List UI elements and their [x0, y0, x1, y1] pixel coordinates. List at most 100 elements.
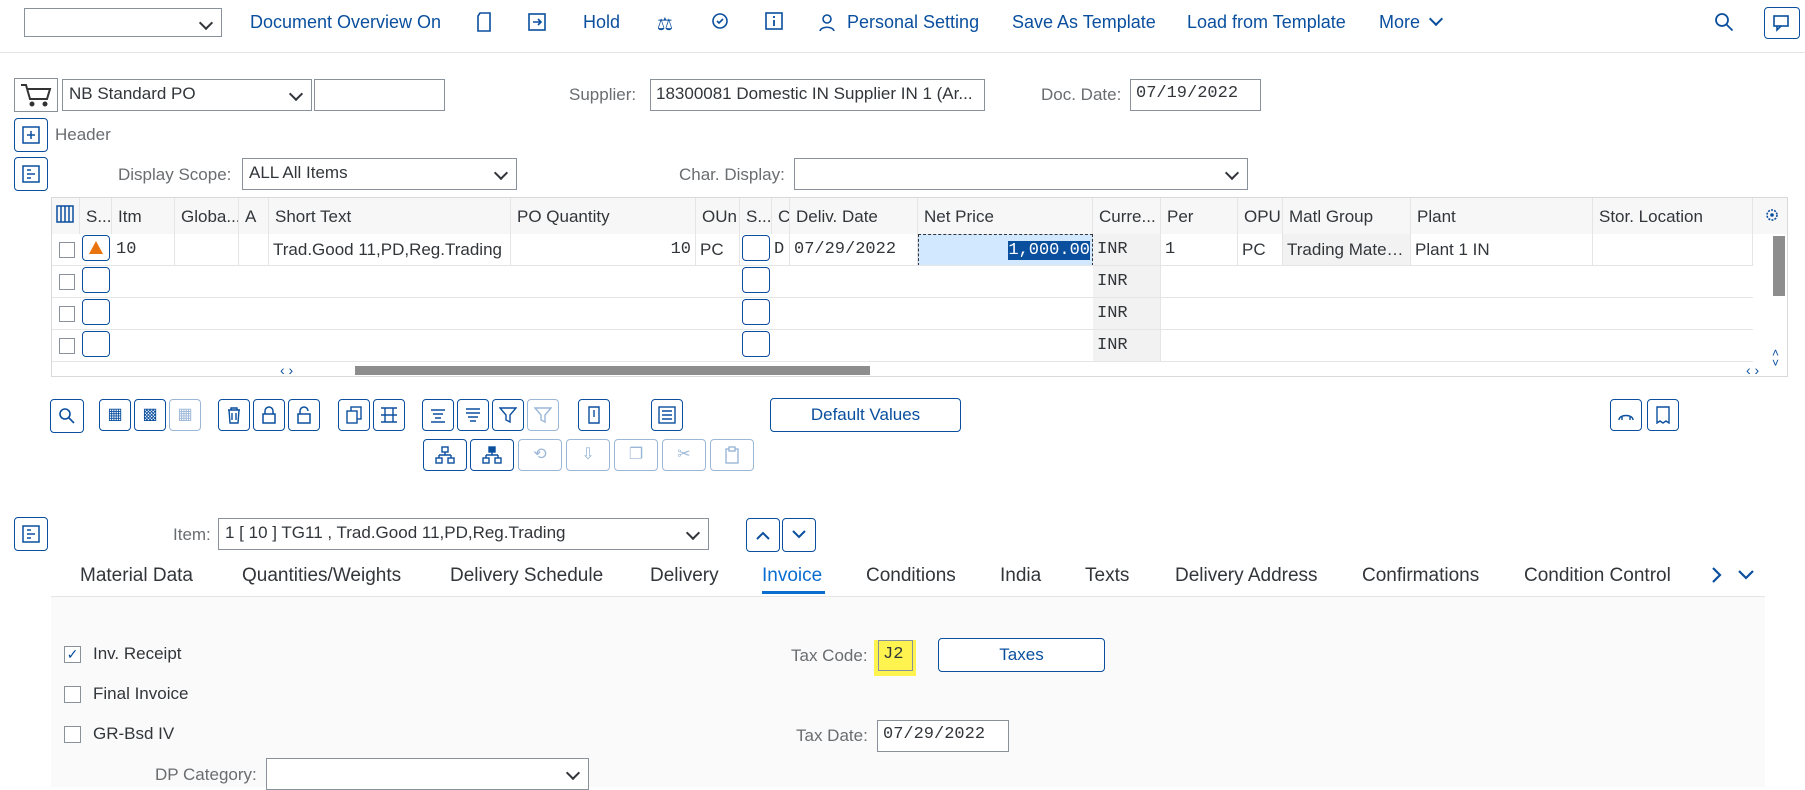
col-currency[interactable]: Curre...: [1093, 198, 1161, 234]
col-status[interactable]: S...: [80, 198, 112, 234]
document-icon[interactable]: [472, 12, 496, 36]
item-select[interactable]: 1 [ 10 ] TG11 , Trad.Good 11,PD,Reg.Trad…: [218, 518, 709, 550]
horizontal-scrollbar[interactable]: [355, 366, 870, 375]
cell-oun[interactable]: PC: [696, 234, 740, 266]
filter-icon[interactable]: [492, 399, 524, 431]
cell-opu[interactable]: PC: [1238, 234, 1283, 266]
command-field-select[interactable]: [24, 8, 222, 37]
cell-per[interactable]: 1: [1161, 234, 1238, 266]
cell-plant[interactable]: Plant 1 IN: [1411, 234, 1593, 266]
cell-po-quantity[interactable]: 10: [511, 234, 696, 266]
next-item-icon[interactable]: [782, 518, 816, 552]
structure-expand-icon[interactable]: [423, 439, 467, 471]
tabs-scroll-right-icon[interactable]: [1710, 565, 1724, 590]
tab-conditions[interactable]: Conditions: [866, 565, 956, 587]
row-status-button[interactable]: [82, 299, 110, 325]
col-deliv-date[interactable]: Deliv. Date: [790, 198, 918, 234]
col-plant[interactable]: Plant: [1411, 198, 1593, 234]
scroll-left-right-icon[interactable]: ‹ ›: [280, 362, 293, 376]
sub-items-icon[interactable]: [373, 399, 405, 431]
collapse-items-icon[interactable]: [14, 157, 48, 191]
col-item[interactable]: Itm: [112, 198, 175, 234]
row-status-button[interactable]: [82, 331, 110, 357]
cell-currency[interactable]: INR: [1093, 266, 1161, 298]
tab-material-data[interactable]: Material Data: [80, 565, 193, 587]
scroll-left-right-icon[interactable]: ‹ ›: [1746, 362, 1759, 376]
final-invoice-checkbox[interactable]: [64, 686, 81, 703]
info-icon[interactable]: [762, 12, 786, 36]
cell-c[interactable]: D: [772, 234, 790, 266]
col-global[interactable]: Globa...: [175, 198, 239, 234]
tab-texts[interactable]: Texts: [1085, 565, 1129, 587]
row-schedule-button[interactable]: [742, 267, 770, 293]
cell-a[interactable]: [239, 234, 269, 266]
row-select-checkbox[interactable]: [59, 338, 75, 354]
inv-receipt-checkbox[interactable]: ✓: [64, 646, 81, 663]
lock-icon[interactable]: [253, 399, 285, 431]
col-s2[interactable]: S...: [740, 198, 772, 234]
tab-delivery-schedule[interactable]: Delivery Schedule: [450, 565, 603, 587]
tax-code-input[interactable]: J2: [878, 640, 913, 671]
cell-deliv-date[interactable]: 07/29/2022: [790, 234, 918, 266]
row-select-checkbox[interactable]: [59, 306, 75, 322]
tab-india[interactable]: India: [1000, 565, 1041, 587]
default-values-button[interactable]: Default Values: [770, 398, 961, 432]
doc-date-input[interactable]: 07/19/2022: [1130, 79, 1261, 111]
row-schedule-button[interactable]: [742, 235, 770, 261]
attachment-icon[interactable]: [578, 399, 610, 431]
gr-bsd-iv-checkbox[interactable]: [64, 726, 81, 743]
more-menu-button[interactable]: More: [1379, 11, 1444, 33]
hold-button[interactable]: Hold: [583, 12, 620, 33]
taxes-button[interactable]: Taxes: [938, 638, 1105, 672]
select-block-icon[interactable]: ▩: [134, 399, 166, 431]
scroll-up-down-icon[interactable]: ˄ ˅: [1772, 347, 1779, 369]
cell-currency[interactable]: INR: [1093, 330, 1161, 362]
select-all-icon[interactable]: ▦: [99, 399, 131, 431]
order-type-select[interactable]: NB Standard PO: [62, 79, 312, 111]
col-oun[interactable]: OUn: [696, 198, 740, 234]
collapse-item-detail-icon[interactable]: [14, 517, 48, 551]
tab-condition-control[interactable]: Condition Control: [1524, 565, 1671, 587]
col-po-quantity[interactable]: PO Quantity: [511, 198, 696, 234]
zoom-details-icon[interactable]: [50, 399, 84, 433]
cell-matl-group[interactable]: Trading Materi...: [1283, 234, 1411, 266]
cell-item[interactable]: 10: [112, 234, 175, 266]
export-icon[interactable]: [525, 12, 549, 36]
supplier-input[interactable]: 18300081 Domestic IN Supplier IN 1 (Ar..…: [650, 79, 985, 111]
sort-ascending-icon[interactable]: [422, 399, 454, 431]
row-select-checkbox[interactable]: [59, 242, 75, 258]
tax-date-input[interactable]: 07/29/2022: [877, 720, 1009, 752]
row-schedule-button[interactable]: [742, 299, 770, 325]
expand-header-icon[interactable]: [14, 118, 48, 152]
row-status-button[interactable]: [82, 235, 110, 261]
col-a[interactable]: A: [239, 198, 269, 234]
vertical-scrollbar[interactable]: [1773, 236, 1785, 296]
col-net-price[interactable]: Net Price: [918, 198, 1093, 234]
cell-stor-location[interactable]: [1593, 234, 1753, 266]
shopping-cart-icon[interactable]: [14, 78, 58, 112]
document-overview-button[interactable]: Document Overview On: [250, 12, 441, 33]
row-schedule-button[interactable]: [742, 331, 770, 357]
tab-delivery[interactable]: Delivery: [650, 565, 719, 587]
tab-quantities-weights[interactable]: Quantities/Weights: [242, 565, 401, 587]
po-number-input[interactable]: [314, 79, 445, 111]
previous-item-icon[interactable]: [746, 518, 780, 552]
col-c[interactable]: C: [772, 198, 790, 234]
cell-currency[interactable]: INR: [1093, 298, 1161, 330]
cell-short-text[interactable]: Trad.Good 11,PD,Reg.Trading: [269, 234, 511, 266]
tab-delivery-address[interactable]: Delivery Address: [1175, 565, 1318, 587]
tab-invoice[interactable]: Invoice: [762, 565, 822, 587]
copy-icon[interactable]: [338, 399, 370, 431]
table-settings-icon[interactable]: [1753, 198, 1787, 234]
col-opu[interactable]: OPU: [1238, 198, 1283, 234]
structure-collapse-icon[interactable]: [470, 439, 514, 471]
search-icon[interactable]: [1712, 12, 1736, 36]
col-short-text[interactable]: Short Text: [269, 198, 511, 234]
save-as-template-button[interactable]: Save As Template: [1012, 12, 1156, 33]
personal-settings-grid-icon[interactable]: [1610, 399, 1642, 431]
load-from-template-button[interactable]: Load from Template: [1187, 12, 1346, 33]
balance-scale-icon[interactable]: ⚖: [653, 12, 677, 36]
row-select-checkbox[interactable]: [59, 274, 75, 290]
personal-setting-button[interactable]: Personal Setting: [847, 12, 979, 33]
column-settings-icon[interactable]: [52, 198, 80, 234]
